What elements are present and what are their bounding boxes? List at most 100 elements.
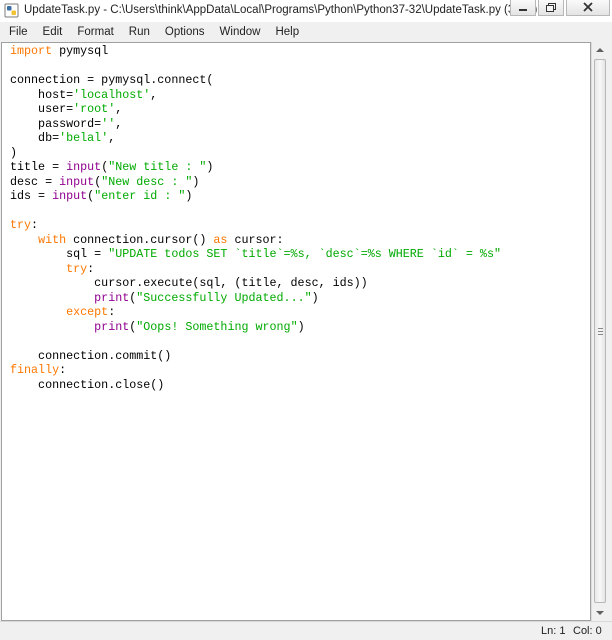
minimize-icon: [519, 9, 527, 11]
code-token: ): [10, 145, 18, 160]
code-line[interactable]: print("Oops! Something wrong"): [10, 320, 501, 335]
code-line[interactable]: try:: [10, 218, 501, 233]
code-line[interactable]: [10, 204, 501, 219]
menu-window[interactable]: Window: [211, 26, 267, 38]
restore-icon: [546, 3, 556, 12]
builtin-token: print: [94, 290, 130, 305]
code-line[interactable]: sql = "UPDATE todos SET `title`=%s, `des…: [10, 247, 501, 262]
keyword-token: try: [10, 218, 32, 232]
code-token: :: [31, 218, 39, 232]
code-token: ids =: [10, 189, 53, 203]
code-line[interactable]: import pymysql: [10, 44, 501, 59]
code-line[interactable]: connection.close(): [10, 378, 501, 393]
keyword-token: import: [10, 44, 53, 58]
keyword-token: as: [213, 232, 228, 247]
window-controls: [508, 0, 610, 18]
keyword-token: finally: [10, 363, 60, 377]
code-token: desc =: [10, 174, 60, 189]
menu-bar: File Edit Format Run Options Window Help: [0, 22, 612, 42]
string-token: "Oops! Something wrong": [136, 319, 298, 334]
menu-format[interactable]: Format: [68, 26, 119, 38]
code-line[interactable]: finally:: [10, 363, 501, 378]
close-icon: [583, 2, 593, 12]
code-line[interactable]: host='localhost',: [10, 88, 501, 103]
status-line-number: Ln: 1: [541, 625, 566, 637]
code-line[interactable]: title = input("New title : "): [10, 160, 501, 175]
code-token: host=: [10, 87, 74, 102]
code-line[interactable]: user='root',: [10, 102, 501, 117]
scroll-grip-line: [598, 328, 603, 329]
string-token: "Successfully Updated...": [136, 290, 312, 305]
vertical-scrollbar[interactable]: [591, 42, 608, 621]
code-line[interactable]: connection.commit(): [10, 349, 501, 364]
code-line[interactable]: with connection.cursor() as cursor:: [10, 233, 501, 248]
code-line[interactable]: [10, 59, 501, 74]
builtin-token: input: [66, 160, 102, 174]
code-token: cursor.execute(sql, (title, desc, ids)): [10, 276, 368, 290]
code-text[interactable]: import pymysql connection = pymysql.conn…: [10, 44, 501, 392]
builtin-token: input: [59, 174, 95, 189]
code-line[interactable]: password='',: [10, 117, 501, 132]
string-token: '': [101, 116, 116, 131]
keyword-token: except: [66, 305, 109, 319]
code-token: ): [311, 290, 319, 305]
menu-run[interactable]: Run: [120, 26, 156, 38]
code-line[interactable]: desc = input("New desc : "): [10, 175, 501, 190]
string-token: "New desc : ": [101, 174, 193, 189]
code-token: ): [297, 319, 305, 334]
scroll-thumb[interactable]: [594, 59, 606, 603]
status-bar: Ln: 1 Col: 0: [0, 621, 612, 640]
code-line[interactable]: db='belal',: [10, 131, 501, 146]
code-token: sql =: [10, 247, 109, 261]
scroll-up-arrow-icon[interactable]: [592, 42, 608, 59]
code-token: ,: [108, 131, 116, 145]
code-line[interactable]: try:: [10, 262, 501, 277]
window-title: UpdateTask.py - C:\Users\think\AppData\L…: [24, 4, 538, 16]
string-token: 'belal': [59, 131, 109, 145]
keyword-token: try: [66, 261, 88, 276]
keyword-token: with: [38, 232, 67, 247]
code-token: :: [59, 363, 67, 377]
string-token: 'root': [73, 102, 116, 116]
code-editor[interactable]: import pymysql connection = pymysql.conn…: [1, 42, 591, 621]
code-token: ): [206, 160, 214, 174]
code-token: ,: [115, 116, 123, 131]
code-token: ): [192, 174, 200, 189]
python-file-icon: [4, 3, 19, 18]
code-line[interactable]: ids = input("enter id : "): [10, 189, 501, 204]
builtin-token: input: [52, 189, 88, 203]
scroll-grip-line: [598, 334, 603, 335]
code-token: connection.cursor(): [66, 232, 214, 247]
code-token: connection.commit(): [10, 348, 172, 363]
code-line[interactable]: [10, 334, 501, 349]
scroll-down-arrow-icon[interactable]: [592, 604, 608, 621]
title-bar[interactable]: UpdateTask.py - C:\Users\think\AppData\L…: [0, 0, 612, 22]
code-token: ,: [115, 102, 123, 116]
code-token: ): [185, 189, 193, 203]
code-line[interactable]: except:: [10, 305, 501, 320]
minimize-button[interactable]: [510, 0, 536, 16]
code-line[interactable]: connection = pymysql.connect(: [10, 73, 501, 88]
menu-edit[interactable]: Edit: [34, 26, 69, 38]
string-token: "UPDATE todos SET `title`=%s, `desc`=%s …: [108, 247, 501, 261]
maximize-button[interactable]: [538, 0, 564, 16]
code-token: user=: [10, 102, 74, 116]
code-token: connection = pymysql.connect(: [10, 73, 214, 87]
code-token: db=: [10, 131, 60, 145]
code-token: password=: [10, 116, 102, 131]
code-token: :: [87, 261, 95, 276]
close-button[interactable]: [566, 0, 610, 16]
string-token: "New title : ": [108, 160, 207, 174]
menu-file[interactable]: File: [0, 26, 34, 38]
code-line[interactable]: cursor.execute(sql, (title, desc, ids)): [10, 276, 501, 291]
scroll-grip-line: [598, 331, 603, 332]
code-token: cursor:: [227, 232, 284, 247]
code-line[interactable]: print("Successfully Updated..."): [10, 291, 501, 306]
code-line[interactable]: ): [10, 146, 501, 161]
menu-options[interactable]: Options: [156, 26, 211, 38]
menu-help[interactable]: Help: [266, 26, 305, 38]
